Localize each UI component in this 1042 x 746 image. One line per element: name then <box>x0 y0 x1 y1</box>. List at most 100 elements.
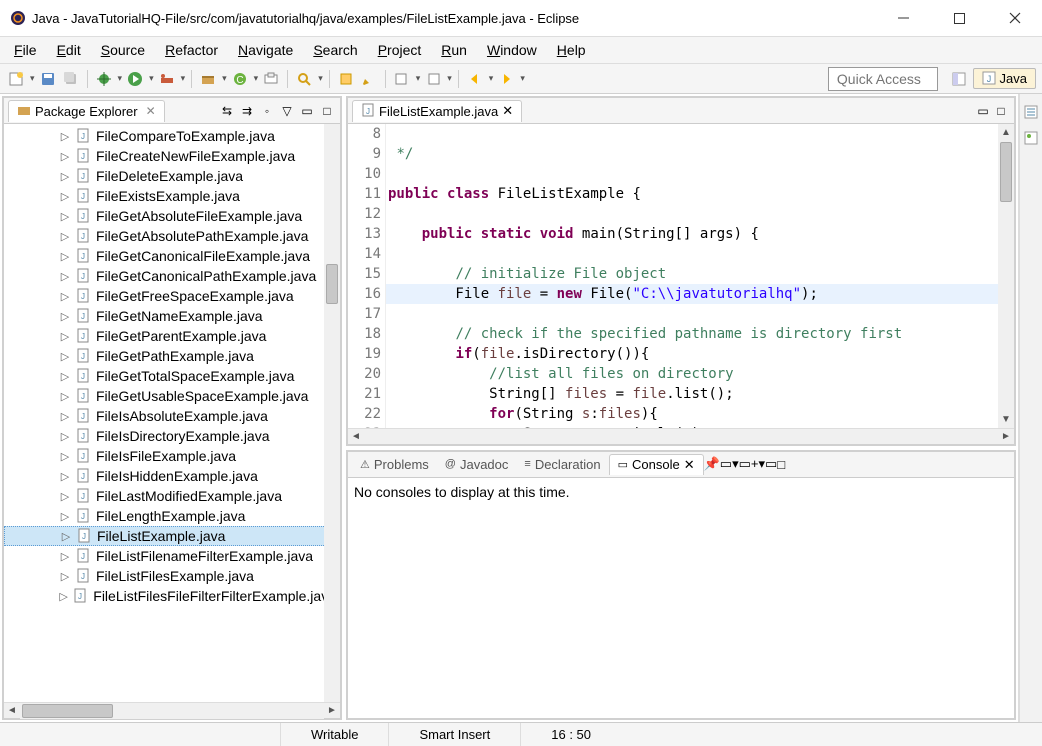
tree-item[interactable]: ▷JFileListExample.java <box>4 526 340 546</box>
minimize-button[interactable] <box>886 6 920 30</box>
display-console-button[interactable]: ▭▾ <box>720 456 739 472</box>
expand-arrow-icon[interactable]: ▷ <box>58 510 72 523</box>
expand-arrow-icon[interactable]: ▷ <box>58 130 72 143</box>
tree-item[interactable]: ▷JFileDeleteExample.java <box>4 166 340 186</box>
expand-arrow-icon[interactable]: ▷ <box>58 350 72 363</box>
expand-arrow-icon[interactable]: ▷ <box>58 330 72 343</box>
expand-arrow-icon[interactable]: ▷ <box>58 250 72 263</box>
new-package-button[interactable] <box>198 69 218 89</box>
link-editor-button[interactable]: ⇉ <box>238 102 256 120</box>
tree-item[interactable]: ▷JFileListFilesExample.java <box>4 566 340 586</box>
menu-run[interactable]: Run <box>433 39 475 61</box>
pin-console-button[interactable]: 📌 <box>704 456 720 472</box>
close-icon[interactable]: ✕ <box>502 103 513 119</box>
expand-arrow-icon[interactable]: ▷ <box>58 430 72 443</box>
tree-item[interactable]: ▷JFileIsHiddenExample.java <box>4 466 340 486</box>
tree-item[interactable]: ▷JFileGetParentExample.java <box>4 326 340 346</box>
tab-declaration[interactable]: ≡ Declaration <box>516 454 608 475</box>
expand-arrow-icon[interactable]: ▷ <box>59 530 73 543</box>
expand-arrow-icon[interactable]: ▷ <box>58 270 72 283</box>
menu-navigate[interactable]: Navigate <box>230 39 301 61</box>
tree-item[interactable]: ▷JFileIsFileExample.java <box>4 446 340 466</box>
prev-annotation-button[interactable] <box>423 69 443 89</box>
search-button[interactable] <box>294 69 314 89</box>
expand-arrow-icon[interactable]: ▷ <box>58 470 72 483</box>
tree-item[interactable]: ▷JFileGetFreeSpaceExample.java <box>4 286 340 306</box>
close-button[interactable] <box>998 6 1032 30</box>
vertical-scrollbar[interactable] <box>324 124 340 702</box>
tasks-icon[interactable] <box>1023 130 1039 146</box>
tree-item[interactable]: ▷JFileGetAbsolutePathExample.java <box>4 226 340 246</box>
tab-javadoc[interactable]: @ Javadoc <box>437 454 517 475</box>
tree-item[interactable]: ▷JFileCreateNewFileExample.java <box>4 146 340 166</box>
package-tree[interactable]: ▷JFileCompareToExample.java▷JFileCreateN… <box>4 124 340 702</box>
tree-item[interactable]: ▷JFileGetPathExample.java <box>4 346 340 366</box>
tree-item[interactable]: ▷JFileLastModifiedExample.java <box>4 486 340 506</box>
menu-help[interactable]: Help <box>549 39 594 61</box>
tree-item[interactable]: ▷JFileCompareToExample.java <box>4 126 340 146</box>
expand-arrow-icon[interactable]: ▷ <box>58 590 69 603</box>
ext-tools-button[interactable] <box>157 69 177 89</box>
save-all-button[interactable] <box>61 69 81 89</box>
editor-horizontal-scrollbar[interactable]: ◄► <box>348 428 1014 444</box>
tree-item[interactable]: ▷JFileIsAbsoluteExample.java <box>4 406 340 426</box>
expand-arrow-icon[interactable]: ▷ <box>58 370 72 383</box>
new-class-button[interactable]: C <box>230 69 250 89</box>
tree-item[interactable]: ▷JFileListFilenameFilterExample.java <box>4 546 340 566</box>
tree-item[interactable]: ▷JFileLengthExample.java <box>4 506 340 526</box>
expand-arrow-icon[interactable]: ▷ <box>58 550 72 563</box>
next-annotation-button[interactable] <box>392 69 412 89</box>
expand-arrow-icon[interactable]: ▷ <box>58 150 72 163</box>
menu-window[interactable]: Window <box>479 39 545 61</box>
expand-arrow-icon[interactable]: ▷ <box>58 190 72 203</box>
minimize-editor-button[interactable]: ▭ <box>974 102 992 120</box>
run-button[interactable] <box>125 69 145 89</box>
tree-item[interactable]: ▷JFileListFilesFileFilterFilterExample.j… <box>4 586 340 606</box>
menu-refactor[interactable]: Refactor <box>157 39 226 61</box>
minimize-view-button[interactable]: ▭ <box>298 102 316 120</box>
tree-item[interactable]: ▷JFileGetUsableSpaceExample.java <box>4 386 340 406</box>
editor-tab[interactable]: J FileListExample.java ✕ <box>352 100 522 122</box>
menu-edit[interactable]: Edit <box>49 39 89 61</box>
menu-source[interactable]: Source <box>93 39 153 61</box>
expand-arrow-icon[interactable]: ▷ <box>58 450 72 463</box>
expand-arrow-icon[interactable]: ▷ <box>58 230 72 243</box>
tree-item[interactable]: ▷JFileGetCanonicalFileExample.java <box>4 246 340 266</box>
maximize-editor-button[interactable]: □ <box>992 102 1010 120</box>
tree-item[interactable]: ▷JFileExistsExample.java <box>4 186 340 206</box>
menu-file[interactable]: File <box>6 39 45 61</box>
close-icon[interactable]: ✕ <box>684 457 695 473</box>
back-button[interactable] <box>465 69 485 89</box>
tree-item[interactable]: ▷JFileGetNameExample.java <box>4 306 340 326</box>
focus-button[interactable]: ◦ <box>258 102 276 120</box>
toggle-mark-button[interactable] <box>336 69 356 89</box>
menu-project[interactable]: Project <box>370 39 430 61</box>
collapse-all-button[interactable]: ⇆ <box>218 102 236 120</box>
save-button[interactable] <box>38 69 58 89</box>
package-explorer-tab[interactable]: Package Explorer ✕ <box>8 100 165 122</box>
minimize-bottom-button[interactable]: ▭ <box>765 456 777 472</box>
new-button[interactable] <box>6 69 26 89</box>
forward-button[interactable] <box>496 69 516 89</box>
expand-arrow-icon[interactable]: ▷ <box>58 410 72 423</box>
tree-item[interactable]: ▷JFileIsDirectoryExample.java <box>4 426 340 446</box>
tree-item[interactable]: ▷JFileGetAbsoluteFileExample.java <box>4 206 340 226</box>
expand-arrow-icon[interactable]: ▷ <box>58 490 72 503</box>
maximize-bottom-button[interactable]: □ <box>777 457 785 472</box>
expand-arrow-icon[interactable]: ▷ <box>58 210 72 223</box>
quick-access-input[interactable] <box>828 67 938 91</box>
outline-icon[interactable] <box>1023 104 1039 120</box>
expand-arrow-icon[interactable]: ▷ <box>58 390 72 403</box>
new-console-button[interactable]: ▭+▾ <box>739 456 765 472</box>
menu-search[interactable]: Search <box>305 39 365 61</box>
close-icon[interactable]: ✕ <box>146 104 156 118</box>
expand-arrow-icon[interactable]: ▷ <box>58 290 72 303</box>
expand-arrow-icon[interactable]: ▷ <box>58 570 72 583</box>
horizontal-scrollbar[interactable]: ◄► <box>4 702 340 718</box>
code-area[interactable]: 891011121314151617181920212223 */public … <box>348 124 1014 428</box>
tab-console[interactable]: ▭ Console ✕ <box>609 454 704 475</box>
maximize-view-button[interactable]: □ <box>318 102 336 120</box>
editor-vertical-scrollbar[interactable]: ▲▼ <box>998 124 1014 428</box>
java-perspective-button[interactable]: J Java <box>973 68 1036 89</box>
expand-arrow-icon[interactable]: ▷ <box>58 170 72 183</box>
